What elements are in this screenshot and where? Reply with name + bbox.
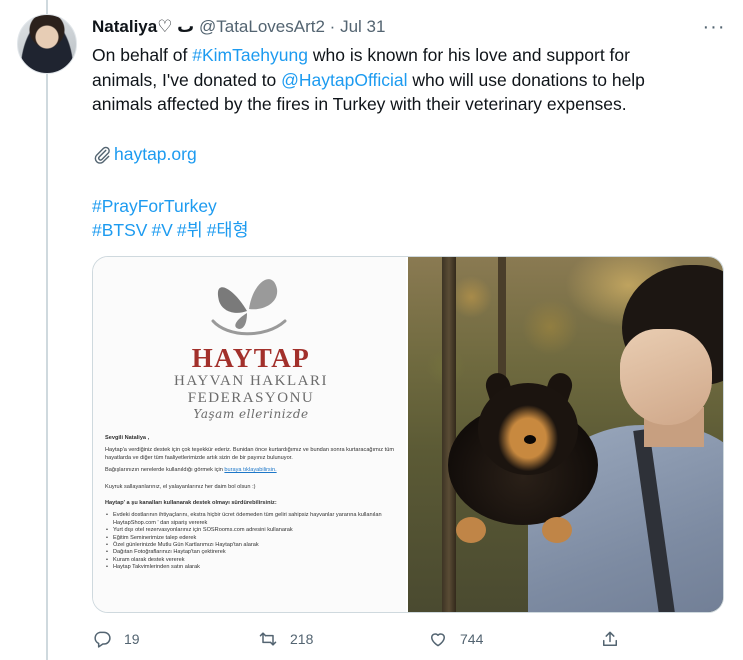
photo-face <box>620 329 712 425</box>
like-button[interactable]: 744 <box>428 624 483 654</box>
link-row[interactable]: haytap.org <box>92 142 197 167</box>
tweet-text: On behalf of #KimTaehyung who is known f… <box>92 43 722 117</box>
paperclip-icon <box>92 143 114 167</box>
haytap-logo-title: HAYTAP <box>191 343 311 373</box>
hashtag-korean-taehyung[interactable]: #태형 <box>207 220 249 240</box>
letter-paragraph: Kuyruk sallayanlarınız, el yalayanlarını… <box>105 483 256 490</box>
media-grid: HAYTAP HAYVAN HAKLARI FEDERASYONU Yaşam … <box>92 256 724 613</box>
share-button[interactable] <box>600 624 632 654</box>
haytap-logo-script: Yaşam ellerinizde <box>193 407 309 421</box>
letter-heading: Haytap' a şu kanalları kullanarak destek… <box>105 500 277 507</box>
haytap-logo-subtitle: HAYVAN HAKLARI <box>174 373 328 389</box>
avatar[interactable] <box>17 14 77 74</box>
more-options-icon[interactable]: ··· <box>703 16 725 38</box>
photo-tree-trunk <box>442 257 456 612</box>
tweet-header: Nataliya♡ ٮ @TataLovesArt2 · Jul 31 <box>92 16 692 38</box>
text-segment: who is known for his love and support fo… <box>308 45 630 65</box>
letter-text: Sevgili Nataliya , Haytap'a verdiğiniz d… <box>105 435 399 572</box>
text-segment: animals, I've donated to <box>92 69 282 90</box>
text-segment: who will use donations to help <box>407 69 645 90</box>
separator-dot: · <box>329 17 336 36</box>
text-segment: On behalf of <box>92 45 193 65</box>
letter-list-item: Yurt dışı otel rezervasyonlarınız için S… <box>105 527 399 535</box>
tweet-date[interactable]: Jul 31 <box>340 17 385 36</box>
hashtag-prayforturkey[interactable]: #PrayForTurkey <box>92 194 217 218</box>
tweet-text-line: animals, I've donated to @HaytapOfficial… <box>92 68 722 93</box>
hashtag-korean-v[interactable]: #뷔 <box>177 220 203 240</box>
letter-list-item: Dağıtan Fotoğraflarınızı Haytap'tan çekt… <box>105 549 399 557</box>
photo-dog-nose <box>524 435 536 444</box>
retweet-count: 218 <box>290 631 314 647</box>
letter-link: buraya tıklayabilirsin. <box>224 467 277 474</box>
letter-greeting: Sevgili Nataliya , <box>105 435 150 441</box>
reply-count: 19 <box>124 631 140 647</box>
share-icon <box>603 631 617 646</box>
photo-dog-paw <box>542 517 572 543</box>
heart-icon <box>431 633 445 647</box>
retweet-icon <box>259 632 277 646</box>
photo-dog-paw <box>456 517 486 543</box>
photo-dog-head <box>478 383 578 475</box>
letter-paragraph: Haytap'a verdiğiniz destek için çok teşe… <box>105 447 394 461</box>
link-text[interactable]: haytap.org <box>114 144 197 164</box>
butterfly-hand-logo <box>211 279 287 336</box>
tweet-actions: 19 218 744 <box>92 624 724 654</box>
display-name[interactable]: Nataliya♡ ٮ <box>92 17 194 36</box>
hashtag-row: #BTSV #V #뷔 #태형 <box>92 218 253 242</box>
letter-list-item: Haytap Takvimlerinden satın alarak <box>105 564 399 572</box>
letter-list-item: Özel günlerinizde Mutlu Gün Kartlarımızı… <box>105 542 399 550</box>
letter-list: Evdeki dostlarının ihtiyaçlarını, ekstra… <box>105 512 399 572</box>
donation-receipt-image[interactable]: HAYTAP HAYVAN HAKLARI FEDERASYONU Yaşam … <box>93 257 408 612</box>
letter-list-item: Eğitim Seminerimize talep ederek <box>105 535 399 543</box>
user-handle[interactable]: @TataLovesArt2 <box>199 17 325 36</box>
hashtag-kimtaehyung[interactable]: #KimTaehyung <box>192 45 308 65</box>
letter-text-segment: Bağışlarınızın nerelerde kullanıldığı gö… <box>105 467 225 474</box>
hashtag-v[interactable]: #V <box>151 220 172 240</box>
letter-paragraph: Bağışlarınızın nerelerde kullanıldığı gö… <box>105 467 399 474</box>
reply-button[interactable]: 19 <box>92 624 140 654</box>
letter-list-item: Kuram olarak destek vererek <box>105 557 399 565</box>
thread-line <box>46 0 48 660</box>
tweet-text-line: On behalf of #KimTaehyung who is known f… <box>92 43 722 68</box>
letter-list-item: Evdeki dostlarının ihtiyaçlarını, ekstra… <box>105 512 399 527</box>
retweet-button[interactable]: 218 <box>258 624 313 654</box>
text-segment: animals affected by the fires in Turkey … <box>92 94 627 114</box>
mention-haytapofficial[interactable]: @HaytapOfficial <box>281 70 407 90</box>
reply-icon <box>94 631 111 648</box>
hashtag-btsv[interactable]: #BTSV <box>92 220 147 240</box>
photo-man-with-dog[interactable] <box>408 257 723 612</box>
haytap-logo-subtitle: FEDERASYONU <box>187 390 315 406</box>
like-count: 744 <box>460 631 484 647</box>
